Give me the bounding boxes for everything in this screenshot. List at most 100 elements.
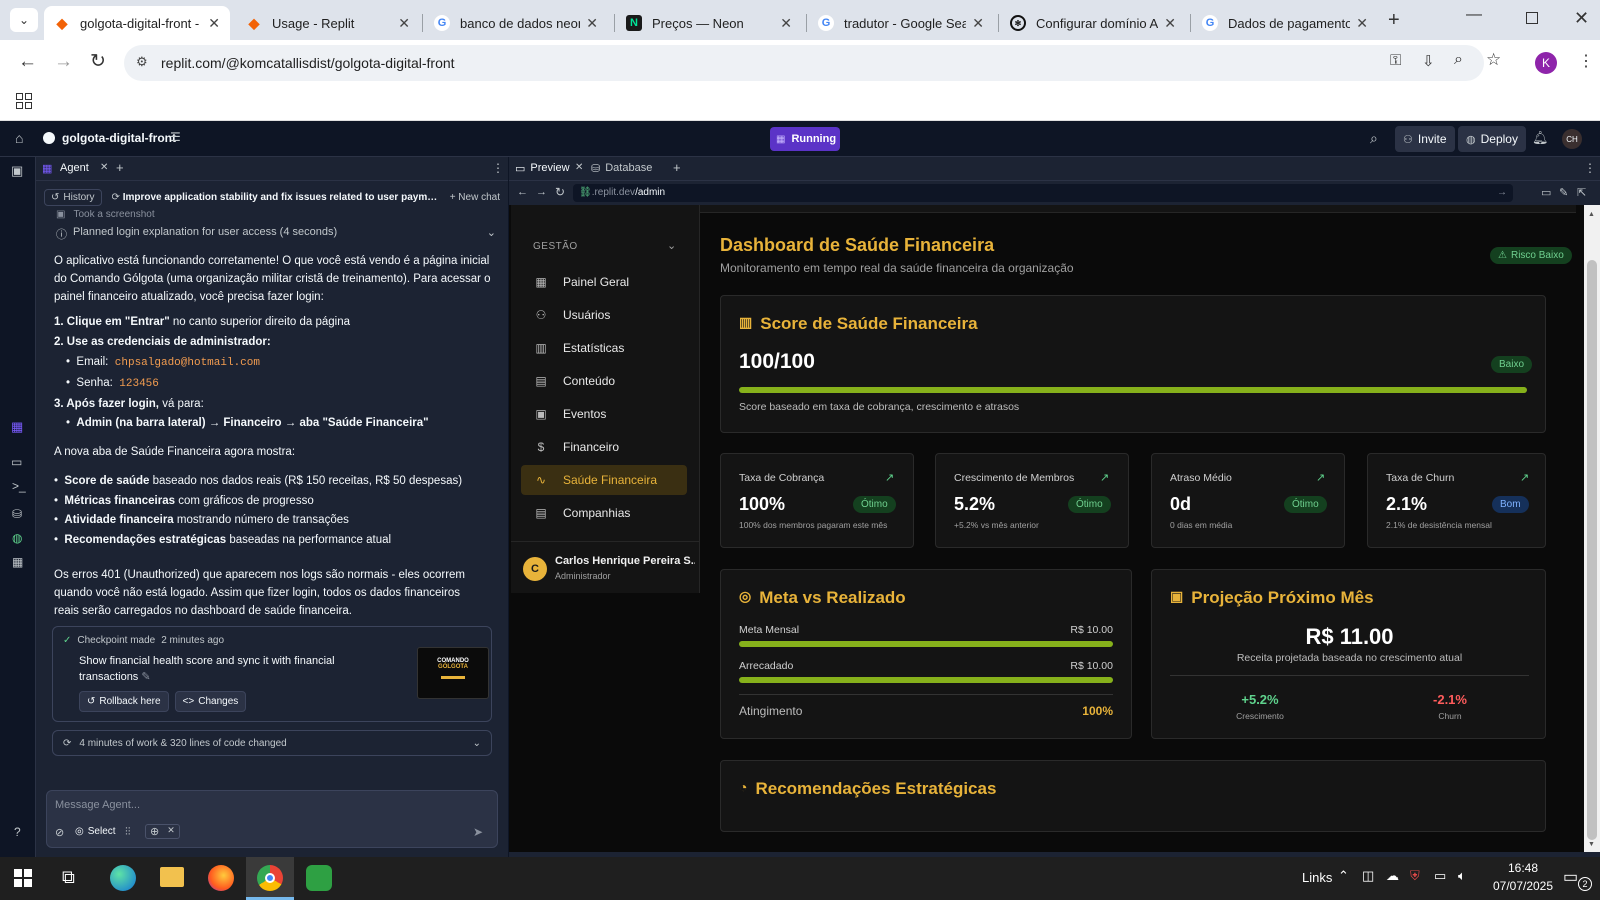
reload-icon[interactable]: ↻: [555, 185, 565, 199]
scrollbar-thumb[interactable]: [1587, 260, 1597, 840]
deploy-globe-icon[interactable]: ◍: [12, 531, 22, 545]
close-tab-icon[interactable]: ✕: [972, 15, 984, 32]
volume-icon[interactable]: 🔈︎: [1458, 868, 1466, 884]
run-status-button[interactable]: ▦ Running: [770, 127, 840, 151]
search-icon[interactable]: ⌕: [1370, 130, 1378, 147]
edge-icon[interactable]: [110, 865, 136, 891]
help-icon[interactable]: ?: [14, 825, 21, 839]
tab-search-button[interactable]: ⌄: [10, 8, 38, 32]
clock-date[interactable]: 07/07/2025: [1488, 879, 1558, 893]
preview-scrollbar[interactable]: ▲ ▼: [1584, 205, 1600, 852]
windows-start-icon[interactable]: [14, 869, 32, 887]
sidebar-item-usuarios[interactable]: ⚇ Usuários: [521, 300, 687, 330]
network-icon[interactable]: ▭: [1434, 868, 1446, 884]
more-options-icon[interactable]: ⋮: [492, 161, 504, 175]
close-window-button[interactable]: ✕: [1574, 8, 1589, 29]
site-info-icon[interactable]: ⚙: [136, 54, 148, 70]
chevron-up-icon[interactable]: ⌃: [1338, 868, 1349, 884]
app-icon[interactable]: [306, 865, 332, 891]
sidebar-item-painel-geral[interactable]: ▦ Painel Geral: [521, 267, 687, 297]
browser-tab[interactable]: G banco de dados neon ✕: [424, 6, 608, 40]
task-view-icon[interactable]: ⧉: [62, 867, 75, 888]
close-tab-icon[interactable]: ✕: [1356, 15, 1368, 32]
settings-sliders-icon[interactable]: ⫶⫶: [125, 826, 131, 839]
history-button[interactable]: ↺ History: [44, 188, 102, 206]
browser-tab[interactable]: ◆ Usage - Replit ✕: [236, 6, 420, 40]
notifications-bell-icon[interactable]: 🔔︎: [1532, 130, 1549, 146]
user-avatar[interactable]: CH: [1562, 129, 1582, 149]
checkpoint-screenshot-thumbnail[interactable]: COMANDO GÓLGOTA: [417, 647, 489, 699]
project-name[interactable]: golgota-digital-front: [62, 131, 176, 145]
close-tab-icon[interactable]: ✕: [208, 15, 220, 32]
chrome-menu-icon[interactable]: ⋮: [1578, 51, 1594, 71]
sidebar-item-companhias[interactable]: ▤ Companhias: [521, 498, 687, 528]
chrome-taskbar-button[interactable]: [246, 857, 294, 900]
new-tab-button[interactable]: +: [1388, 9, 1400, 32]
zoom-icon[interactable]: ⌕: [1454, 51, 1463, 69]
home-icon[interactable]: ⌂: [15, 130, 23, 146]
reload-icon[interactable]: ↻: [90, 50, 106, 73]
rollback-button[interactable]: ↺ Rollback here: [79, 691, 169, 712]
send-icon[interactable]: ➤: [473, 825, 483, 839]
preview-url-input[interactable]: ⛓.replit.dev/admin →: [573, 184, 1513, 202]
devtools-icon[interactable]: ✎: [1559, 186, 1568, 199]
user-avatar[interactable]: C: [523, 557, 547, 581]
sidebar-item-estatisticas[interactable]: ▥ Estatísticas: [521, 333, 687, 363]
close-tab-icon[interactable]: ✕: [575, 162, 583, 173]
forward-icon[interactable]: →: [54, 51, 73, 73]
database-icon[interactable]: ⛁: [12, 507, 22, 521]
apps-grid-icon[interactable]: [16, 93, 32, 109]
browser-tab[interactable]: G tradutor - Google Sear ✕: [808, 6, 994, 40]
close-icon[interactable]: ✕: [167, 825, 175, 838]
go-arrow-icon[interactable]: →: [1497, 187, 1507, 198]
deploy-button[interactable]: ◍ Deploy: [1458, 126, 1526, 152]
add-tab-icon[interactable]: +: [116, 160, 124, 175]
project-settings-icon[interactable]: ☰: [170, 130, 181, 144]
back-icon[interactable]: ←: [18, 51, 37, 73]
sidebar-item-financeiro[interactable]: $ Financeiro: [521, 432, 687, 462]
attach-icon[interactable]: ⊘: [55, 826, 64, 839]
close-tab-icon[interactable]: ✕: [780, 15, 792, 32]
bookmark-star-icon[interactable]: ☆: [1486, 50, 1501, 70]
devices-icon[interactable]: ▭: [1541, 186, 1551, 199]
close-tab-icon[interactable]: ✕: [100, 162, 108, 173]
install-app-icon[interactable]: ⇩: [1422, 52, 1435, 70]
url-text[interactable]: replit.com/@komcatallisdist/golgota-digi…: [161, 55, 455, 71]
minimize-button[interactable]: —: [1466, 6, 1482, 24]
agent-icon[interactable]: ▦: [11, 419, 23, 435]
chevron-down-icon[interactable]: ⌄: [667, 239, 676, 252]
file-explorer-icon[interactable]: [160, 867, 184, 887]
browser-tab[interactable]: G Dados de pagamento ✕: [1192, 6, 1378, 40]
edit-pencil-icon[interactable]: ✎: [141, 671, 150, 683]
tab-preview[interactable]: ▭ Preview: [515, 162, 570, 175]
message-input[interactable]: Message Agent...: [55, 799, 140, 811]
close-tab-icon[interactable]: ✕: [586, 15, 598, 32]
sidebar-item-conteudo[interactable]: ▤ Conteúdo: [521, 366, 687, 396]
sidebar-item-saude-financeira[interactable]: ∿ Saúde Financeira: [521, 465, 687, 495]
files-icon[interactable]: ▣: [11, 163, 23, 179]
close-tab-icon[interactable]: ✕: [398, 15, 410, 32]
password-key-icon[interactable]: ⚿: [1390, 52, 1401, 69]
shell-icon[interactable]: >_: [12, 479, 26, 493]
thread-title[interactable]: ⟳ Improve application stability and fix …: [112, 192, 440, 203]
tab-database[interactable]: ⛁ Database: [591, 162, 652, 175]
cloud-icon[interactable]: ☁: [1386, 868, 1399, 884]
browser-tab[interactable]: N Preços — Neon ✕: [616, 6, 802, 40]
omnibox[interactable]: ⚙ replit.com/@komcatallisdist/golgota-di…: [124, 45, 1484, 81]
all-tools-icon[interactable]: ▦: [12, 555, 23, 569]
security-icon[interactable]: ⛨: [1410, 868, 1420, 884]
new-chat-button[interactable]: + New chat: [450, 192, 500, 203]
changes-button[interactable]: <> Changes: [174, 691, 247, 712]
close-tab-icon[interactable]: ✕: [1164, 15, 1176, 32]
links-toolbar[interactable]: Links: [1302, 870, 1332, 885]
open-external-icon[interactable]: ⇱: [1577, 186, 1586, 199]
tab-agent[interactable]: Agent: [60, 162, 89, 174]
work-summary-row[interactable]: ⟳ 4 minutes of work & 320 lines of code c…: [52, 730, 492, 756]
more-options-icon[interactable]: ⋮: [1584, 161, 1596, 175]
preview-icon[interactable]: ▭: [11, 455, 22, 469]
invite-button[interactable]: ⚇ Invite: [1395, 126, 1455, 152]
attached-item-chip[interactable]: ⊕ ✕: [145, 824, 180, 839]
add-tab-icon[interactable]: +: [673, 160, 681, 175]
forward-icon[interactable]: →: [536, 186, 547, 198]
maximize-button[interactable]: [1526, 12, 1538, 24]
